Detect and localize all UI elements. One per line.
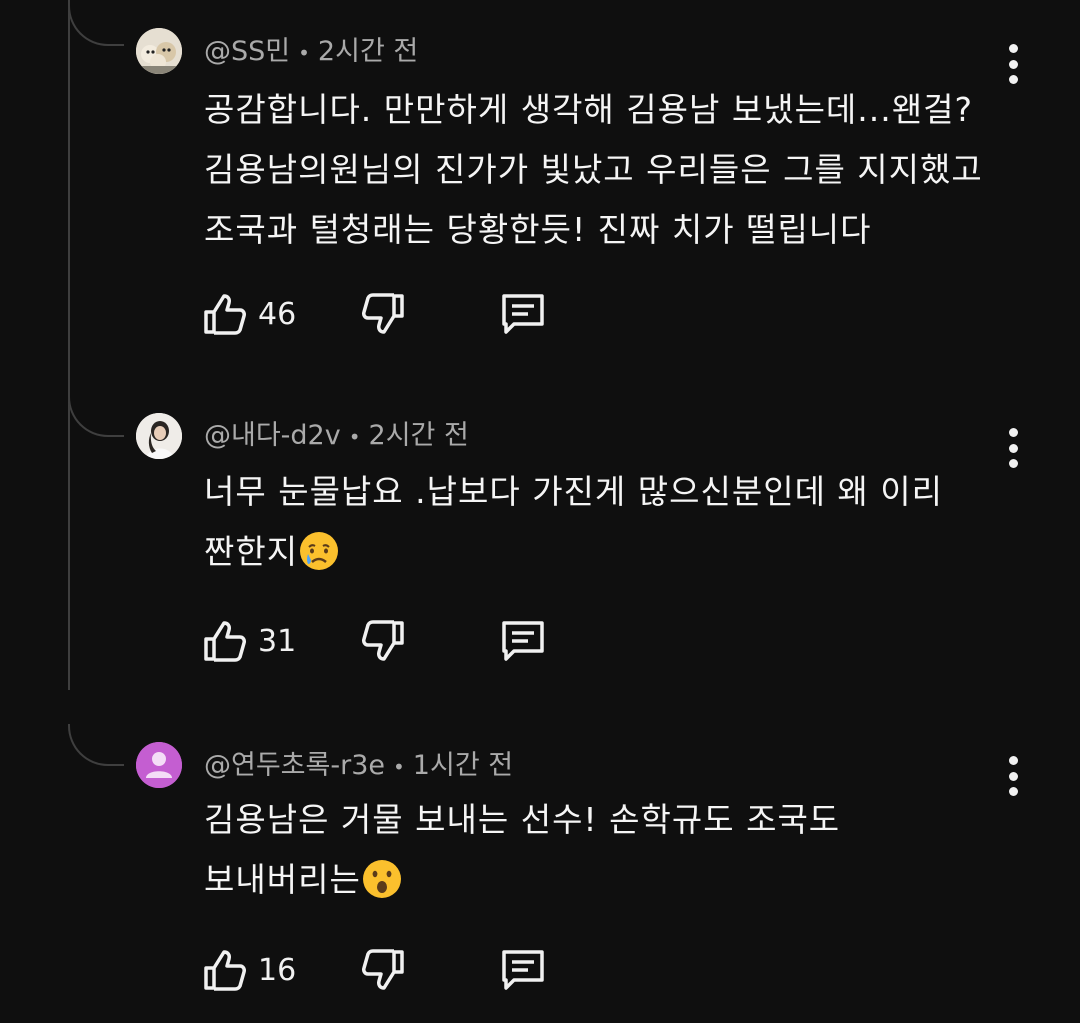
reply-button[interactable] (498, 944, 548, 996)
avatar[interactable] (136, 413, 182, 459)
comment-line: 보내버리는 (204, 850, 1004, 910)
reply-button[interactable] (498, 288, 548, 340)
comment-meta: @내다-d2v • 2시간 전 (204, 416, 469, 457)
comment-meta: @SS민 • 2시간 전 (204, 32, 418, 73)
comment-time: 2시간 전 (368, 420, 469, 451)
like-count: 31 (258, 623, 297, 659)
reply-comment-icon (502, 950, 544, 990)
thumbs-up-icon (204, 294, 246, 335)
thumbs-down-icon (362, 293, 404, 334)
comment-actions: 31 (200, 615, 560, 667)
author-name[interactable]: @연두초록-r3e (204, 750, 385, 781)
dislike-button[interactable] (360, 288, 408, 340)
comment-text: 너무 눈물납요 .납보다 가진게 많으신분인데 왜 이리 짠한지 (204, 462, 1004, 582)
thread-branch-2 (68, 395, 124, 437)
comment-time: 1시간 전 (412, 750, 514, 781)
comment-line: 김용남의원님의 진가가 빛났고 우리들은 그를 지지했고 (204, 150, 983, 189)
author-name[interactable]: @SS민 (204, 36, 290, 67)
reply-comment-icon (502, 294, 544, 334)
thumbs-down-icon (362, 620, 404, 661)
comment-line: 김용남은 거물 보내는 선수! 손학규도 조국도 (204, 800, 841, 839)
like-button[interactable]: 31 (200, 615, 296, 667)
thread-branch-3 (68, 724, 124, 766)
thumbs-up-icon (204, 950, 246, 991)
comment-time: 2시간 전 (317, 36, 419, 67)
comment-line: 공감합니다. 만만하게 생각해 김용남 보냈는데...왠걸? (204, 90, 973, 129)
thumbs-up-icon (204, 621, 246, 662)
puppies-photo-avatar (136, 28, 182, 74)
comment-actions: 46 (200, 288, 560, 340)
separator-dot: • (348, 424, 361, 449)
comment-line-text: 짠한지 (204, 532, 299, 571)
more-vertical-icon[interactable] (1000, 44, 1026, 84)
avatar[interactable] (136, 742, 182, 788)
person-photo-avatar (136, 413, 182, 459)
separator-dot: • (298, 40, 310, 65)
like-count: 46 (258, 296, 297, 332)
comment-line-text: 보내버리는 (204, 860, 361, 899)
like-count: 16 (258, 952, 297, 988)
reply-button[interactable] (498, 615, 548, 667)
thumbs-down-icon (362, 949, 404, 990)
comment-text: 공감합니다. 만만하게 생각해 김용남 보냈는데...왠걸? 김용남의원님의 진… (204, 80, 1004, 260)
dislike-button[interactable] (360, 615, 408, 667)
comment-meta: @연두초록-r3e • 1시간 전 (204, 746, 513, 787)
like-button[interactable]: 16 (200, 944, 296, 996)
author-name[interactable]: @내다-d2v (204, 420, 341, 451)
separator-dot: • (393, 754, 405, 779)
default-person-avatar (136, 742, 182, 788)
thread-line (68, 0, 70, 690)
comment-line: 너무 눈물납요 .납보다 가진게 많으신분인데 왜 이리 (204, 472, 943, 511)
like-button[interactable]: 46 (200, 288, 296, 340)
comment-line: 짠한지 (204, 522, 1004, 582)
thread-branch-1 (68, 4, 124, 46)
comment-line: 조국과 털청래는 당황한듯! 진짜 치가 떨립니다 (204, 210, 872, 249)
comment-text: 김용남은 거물 보내는 선수! 손학규도 조국도 보내버리는 (204, 790, 1004, 910)
dislike-button[interactable] (360, 944, 408, 996)
comment-actions: 16 (200, 944, 560, 996)
surprised-face-emoji (362, 859, 401, 898)
reply-comment-icon (502, 621, 544, 661)
avatar[interactable] (136, 28, 182, 74)
crying-face-emoji (300, 531, 339, 570)
